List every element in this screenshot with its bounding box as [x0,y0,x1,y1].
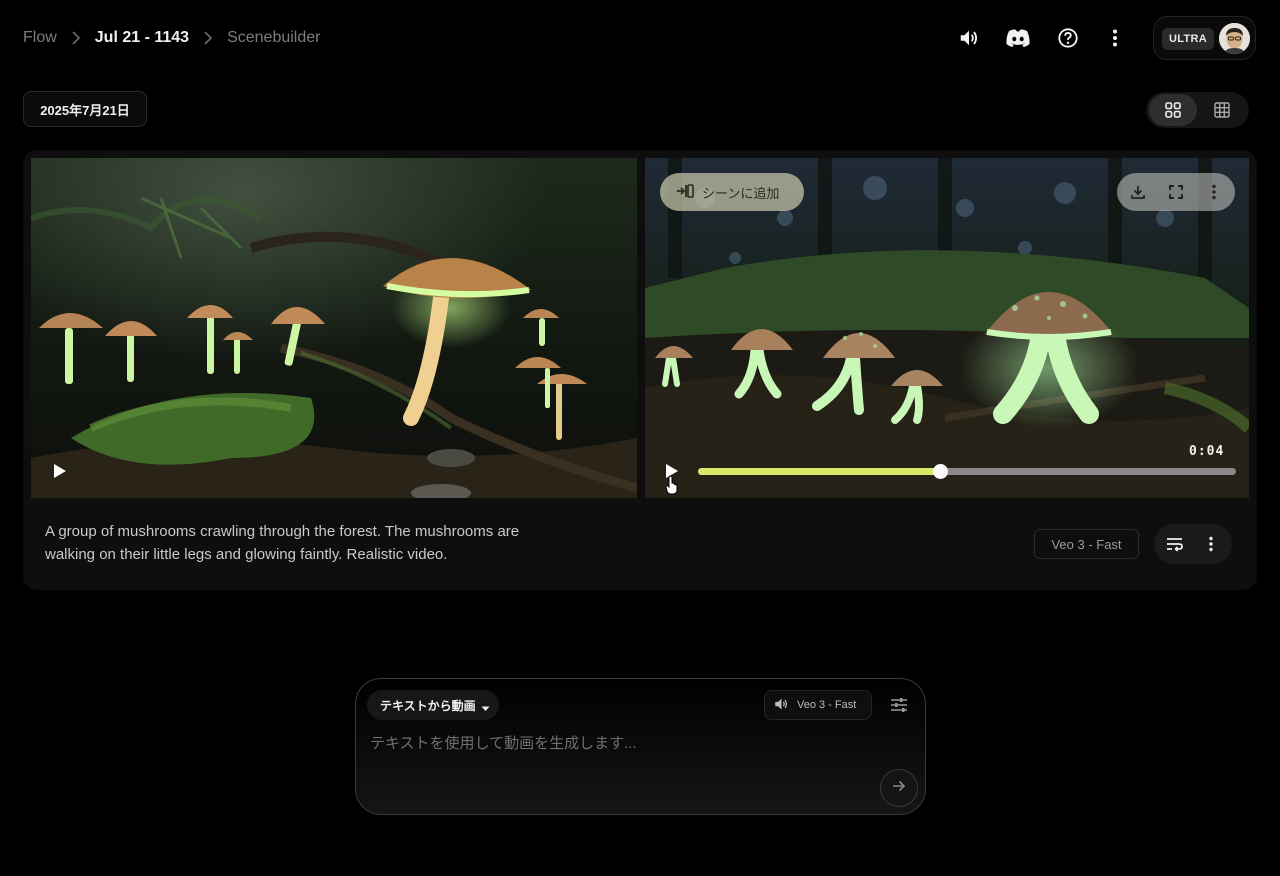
breadcrumb: Flow Jul 21 - 1143 Scenebuilder [23,27,320,49]
reuse-prompt-icon[interactable] [1163,532,1187,556]
arrow-right-icon [892,779,906,797]
more-vert-icon[interactable] [1097,20,1133,56]
model-select-label: Veo 3 - Fast [797,699,857,711]
more-vert-icon[interactable] [1202,180,1226,204]
video-timecode: 0:04 [1189,444,1225,459]
play-icon[interactable] [49,460,71,482]
generation-card: シーンに追加 0:04 A group of mushrooms crawlin… [23,150,1257,590]
video-thumbnail-2[interactable]: シーンに追加 0:04 [645,158,1249,498]
plan-badge: ULTRA [1162,28,1214,50]
hand-cursor-icon [661,474,683,496]
prompt-composer: テキストから動画 Veo 3 - Fast [355,678,926,815]
account-menu[interactable]: ULTRA [1153,16,1256,60]
grid-large-icon[interactable] [1149,94,1197,126]
help-icon[interactable] [1050,20,1086,56]
grid-small-icon[interactable] [1198,94,1246,126]
download-icon[interactable] [1126,180,1150,204]
video-thumbnail-1[interactable] [31,158,637,498]
card-actions [1154,524,1232,564]
breadcrumb-scenebuilder[interactable]: Scenebuilder [227,29,320,47]
scrubber-progress [698,468,941,475]
view-toggle [1146,92,1249,128]
tune-icon[interactable] [887,693,911,717]
prompt-input[interactable] [370,731,870,755]
date-chip: 2025年7月21日 [23,91,147,127]
mode-select-label: テキストから動画 [380,698,476,713]
discord-icon[interactable] [1000,20,1036,56]
add-scene-label: シーンに追加 [702,185,780,201]
generation-prompt: A group of mushrooms crawling through th… [45,523,520,563]
model-select[interactable]: Veo 3 - Fast [764,690,872,720]
breadcrumb-project[interactable]: Jul 21 - 1143 [95,29,189,47]
fullscreen-icon[interactable] [1164,180,1188,204]
chevron-right-icon [57,31,95,45]
caret-down-icon [481,701,490,715]
breadcrumb-flow[interactable]: Flow [23,29,57,47]
chevron-right-icon [189,31,227,45]
model-tag: Veo 3 - Fast [1034,529,1139,559]
speaker-icon [774,697,789,714]
scrubber-handle[interactable] [933,464,949,479]
mode-select[interactable]: テキストから動画 [367,690,499,720]
video-scrubber[interactable] [698,464,1236,479]
send-button[interactable] [880,769,918,807]
avatar [1219,23,1250,54]
more-vert-icon[interactable] [1199,532,1223,556]
add-to-scene-button[interactable]: シーンに追加 [660,173,804,211]
video-tools [1117,173,1235,211]
speaker-icon[interactable] [951,20,987,56]
video-frame-1 [31,158,637,498]
add-scene-icon [676,183,694,202]
